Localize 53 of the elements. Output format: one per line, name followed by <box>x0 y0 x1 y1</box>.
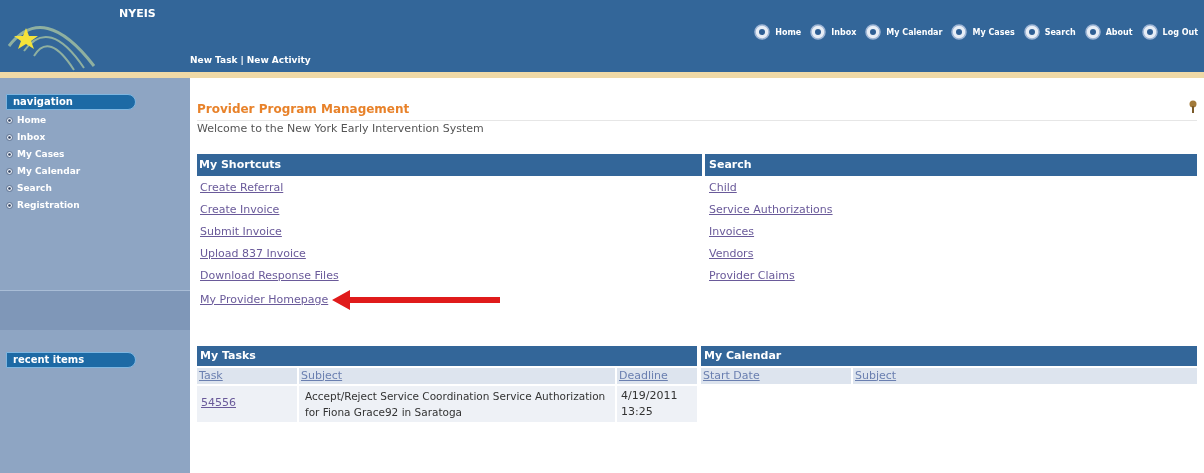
bullet-icon <box>6 151 13 158</box>
table-cell: 4/19/2011 13:25 <box>617 385 697 422</box>
shortcut-link[interactable]: Upload 837 Invoice <box>200 245 306 262</box>
shortcut-link[interactable]: My Provider Homepage <box>200 291 329 308</box>
table-cell: Accept/Reject Service Coordination Service Authorization for Fiona Grace92 in Saratoga <box>299 385 615 422</box>
bullet-icon <box>6 117 13 124</box>
search-option-link[interactable]: Invoices <box>709 223 755 240</box>
shortcut-link[interactable]: Create Invoice <box>200 201 280 218</box>
column-header[interactable]: Subject <box>853 367 1197 384</box>
top-nav-link[interactable]: Inbox <box>809 24 857 42</box>
welcome-text: Welcome to the New York Early Intervention System <box>197 121 485 137</box>
circle-icon <box>950 24 969 42</box>
top-nav-link[interactable]: Search <box>1022 24 1076 42</box>
sidebar-section-title: recent items <box>6 352 136 368</box>
search-option-link[interactable]: Provider Claims <box>709 267 795 284</box>
logo-text: NYEIS <box>119 6 156 22</box>
column-header[interactable]: Start Date <box>701 367 851 384</box>
shortcut-link[interactable]: Create Referral <box>200 179 284 196</box>
new-task-link[interactable]: New Task <box>190 54 238 68</box>
shortcut-link[interactable]: Download Response Files <box>200 267 339 284</box>
circle-icon <box>1083 24 1102 42</box>
panel-header: My Calendar <box>701 345 1197 366</box>
top-nav-link[interactable]: About <box>1083 24 1133 42</box>
circle-icon <box>809 24 828 42</box>
task-link[interactable]: 54556 <box>201 395 236 412</box>
sidebar-section-title: navigation <box>6 94 136 110</box>
circle-icon <box>1140 24 1159 42</box>
circle-icon <box>753 24 772 42</box>
top-nav-link[interactable]: My Calendar <box>864 24 943 42</box>
page-title: Provider Program Management <box>197 101 410 118</box>
column-header[interactable]: Deadline <box>617 367 697 384</box>
search-option-link[interactable]: Vendors <box>709 245 754 262</box>
pointer-arrow-icon <box>332 289 501 310</box>
shortcut-link[interactable]: Submit Invoice <box>200 223 282 240</box>
panel-header: Search <box>705 153 1197 176</box>
bullet-icon <box>6 134 13 141</box>
bullet-icon <box>6 168 13 175</box>
bullet-icon <box>6 185 13 192</box>
circle-icon <box>1022 24 1041 42</box>
help-key-icon[interactable] <box>1189 100 1197 114</box>
top-nav-link[interactable]: Home <box>753 24 802 42</box>
search-option-link[interactable]: Child <box>709 179 737 196</box>
top-nav-link[interactable]: Log Out <box>1140 24 1198 42</box>
column-header[interactable]: Subject <box>299 367 615 384</box>
column-header[interactable]: Task <box>197 367 297 384</box>
search-option-link[interactable]: Service Authorizations <box>709 201 833 218</box>
panel-header: My Tasks <box>197 345 697 366</box>
panel-header: My Shortcuts <box>197 153 702 176</box>
top-nav-link[interactable]: My Cases <box>950 24 1015 42</box>
circle-icon <box>864 24 883 42</box>
separator-text: | <box>240 54 244 67</box>
new-activity-link[interactable]: New Activity <box>246 54 311 68</box>
bullet-icon <box>6 202 13 209</box>
